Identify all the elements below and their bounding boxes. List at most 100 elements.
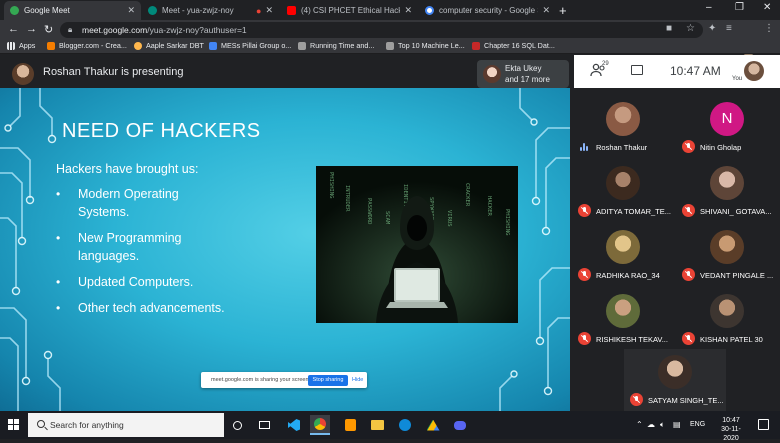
- extensions-icon[interactable]: ✦: [708, 23, 716, 34]
- sublime-icon[interactable]: [340, 415, 360, 435]
- hide-notice-button[interactable]: Hide: [352, 377, 363, 383]
- bookmark-mes-pillai[interactable]: MESs Pillai Group o...: [209, 41, 291, 50]
- tab-youtube[interactable]: (4) CSI PHCET Ethical Hacking W ✕: [281, 1, 418, 20]
- bookmark-label: Apps: [19, 41, 36, 50]
- task-view-icon[interactable]: [254, 415, 274, 435]
- chrome-icon[interactable]: [310, 415, 330, 435]
- meet-top-bar: 29 10:47 AM You: [574, 55, 780, 88]
- participant-tile[interactable]: ADITYA TOMAR_TE...: [572, 160, 676, 222]
- mes-pillai-icon: [209, 41, 217, 50]
- close-tab-icon[interactable]: ✕: [127, 5, 135, 16]
- participant-tile[interactable]: RISHIKESH TEKAV...: [572, 288, 676, 350]
- viewer-name: Ekta Ukey: [505, 64, 542, 73]
- network-icon[interactable]: ▤: [673, 420, 681, 429]
- google-drive-icon[interactable]: [423, 415, 443, 435]
- chevron-up-icon[interactable]: ⌃: [636, 420, 643, 429]
- participant-tile[interactable]: SHIVANI_ GOTAVA...: [676, 160, 780, 222]
- mic-off-icon: [630, 393, 643, 406]
- forward-arrow-icon[interactable]: →: [26, 23, 37, 35]
- participant-tile[interactable]: Roshan Thakur: [572, 96, 676, 158]
- language-indicator[interactable]: ENG: [690, 421, 705, 428]
- minimize-button[interactable]: –: [706, 2, 712, 13]
- url-path: /yua-zwjz-noy?authuser=1: [147, 25, 247, 35]
- close-tab-icon[interactable]: ✕: [404, 5, 412, 16]
- url-host: meet.google.com: [82, 25, 148, 35]
- tab-google-search[interactable]: computer security - Google Sear ✕: [419, 1, 556, 20]
- aaple-sarkar-icon: [134, 41, 142, 50]
- viewer-card[interactable]: Ekta Ukey and 17 more: [477, 60, 569, 88]
- tab-strip: Google Meet ✕ Meet - yua-zwjz-noy ● ✕ (4…: [0, 0, 780, 20]
- recording-dot-icon: ●: [256, 5, 262, 16]
- close-window-button[interactable]: ✕: [763, 2, 771, 13]
- participant-avatar: [606, 102, 640, 136]
- participant-tile[interactable]: RADHIKA RAO_34: [572, 224, 676, 286]
- clock-date: 30-11-2020: [721, 426, 741, 442]
- close-tab-icon[interactable]: ✕: [265, 5, 273, 16]
- bookmark-sql-chapter[interactable]: Chapter 16 SQL Dat...: [472, 41, 555, 50]
- mic-off-icon: [682, 140, 695, 153]
- kebab-menu-icon[interactable]: ⋮: [764, 23, 774, 34]
- matrix-word: PHISHING: [504, 209, 510, 236]
- participant-avatar: [606, 230, 640, 264]
- participant-tile-inner: SATYAM SINGH_TE...: [624, 349, 728, 411]
- tab-label: Meet - yua-zwjz-noy: [162, 6, 234, 15]
- mic-off-icon: [578, 204, 591, 217]
- bullet-item: Updated Computers.: [56, 273, 316, 291]
- page-icon: [298, 41, 306, 50]
- slide-bullets: Modern Operating Systems. New Programmin…: [56, 185, 316, 325]
- participant-name: Roshan Thakur: [596, 143, 648, 152]
- participant-avatar: [606, 294, 640, 328]
- participant-tile[interactable]: SATYAM SINGH_TE...: [624, 349, 726, 411]
- close-tab-icon[interactable]: ✕: [542, 5, 550, 16]
- tab-google-meet[interactable]: Google Meet ✕: [4, 1, 141, 20]
- discord-icon[interactable]: [450, 415, 470, 435]
- star-icon[interactable]: ☆: [686, 23, 695, 34]
- edge-icon[interactable]: [395, 415, 415, 435]
- new-tab-button[interactable]: +: [559, 3, 567, 18]
- bookmark-label: Aaple Sarkar DBT: [146, 41, 204, 50]
- cortana-icon[interactable]: [227, 415, 247, 435]
- meet-favicon-icon: [148, 6, 157, 15]
- google-favicon-icon: [425, 6, 434, 15]
- hacker-image: PHISHINGINTRUDERPASSWORDSCAMIDENTITY THE…: [316, 166, 518, 323]
- stop-sharing-button[interactable]: Stop sharing: [308, 375, 348, 386]
- camera-permission-icon[interactable]: ■: [666, 23, 672, 34]
- reading-list-icon[interactable]: ≡: [726, 23, 732, 34]
- taskbar-search-box[interactable]: Search for anything: [28, 413, 224, 437]
- notification-center-icon[interactable]: [758, 419, 769, 430]
- participant-tile[interactable]: KISHAN PATEL 30: [676, 288, 780, 350]
- taskbar-search-placeholder: Search for anything: [50, 420, 124, 430]
- url-field[interactable]: 🔒︎ meet.google.com/yua-zwjz-noy?authuser…: [60, 22, 703, 38]
- reload-icon[interactable]: ↻: [44, 23, 53, 36]
- bookmark-label: Top 10 Machine Le...: [398, 41, 465, 50]
- restore-button[interactable]: ❐: [735, 2, 744, 13]
- self-avatar[interactable]: [744, 61, 764, 81]
- participant-tile[interactable]: VEDANT PINGALE ...: [676, 224, 780, 286]
- matrix-word: VIRUS: [446, 210, 452, 227]
- matrix-word: HACKER: [486, 196, 492, 217]
- speaking-indicator-icon: [580, 143, 588, 151]
- chat-icon[interactable]: [631, 65, 643, 75]
- windows-start-icon[interactable]: [8, 419, 20, 431]
- bookmark-running-time[interactable]: Running Time and...: [298, 41, 374, 50]
- matrix-word: SCAM: [384, 211, 390, 225]
- presenter-avatar: [12, 63, 34, 85]
- participant-name: RISHIKESH TEKAV...: [596, 335, 668, 344]
- bookmark-blogger[interactable]: Blogger.com - Crea...: [47, 41, 127, 50]
- bookmark-aaple-sarkar[interactable]: Aaple Sarkar DBT: [134, 41, 204, 50]
- bookmark-top-ml[interactable]: Top 10 Machine Le...: [386, 41, 465, 50]
- participant-tile[interactable]: N Nitin Gholap: [676, 96, 780, 158]
- cloud-icon[interactable]: ☁: [647, 420, 655, 429]
- bookmark-label: Blogger.com - Crea...: [59, 41, 127, 50]
- speaker-icon[interactable]: 🔈︎: [660, 420, 665, 430]
- bookmark-apps[interactable]: Apps: [7, 41, 35, 50]
- file-explorer-icon[interactable]: [367, 415, 387, 435]
- tab-meet-room[interactable]: Meet - yua-zwjz-noy ● ✕: [142, 1, 279, 20]
- bookmark-label: Chapter 16 SQL Dat...: [484, 41, 555, 50]
- back-arrow-icon[interactable]: ←: [8, 23, 19, 35]
- vscode-icon[interactable]: [284, 415, 304, 435]
- participant-avatar: [658, 355, 692, 389]
- mic-off-icon: [682, 332, 695, 345]
- mic-off-icon: [578, 332, 591, 345]
- screen-share-notice: meet.google.com is sharing your screen. …: [201, 372, 367, 388]
